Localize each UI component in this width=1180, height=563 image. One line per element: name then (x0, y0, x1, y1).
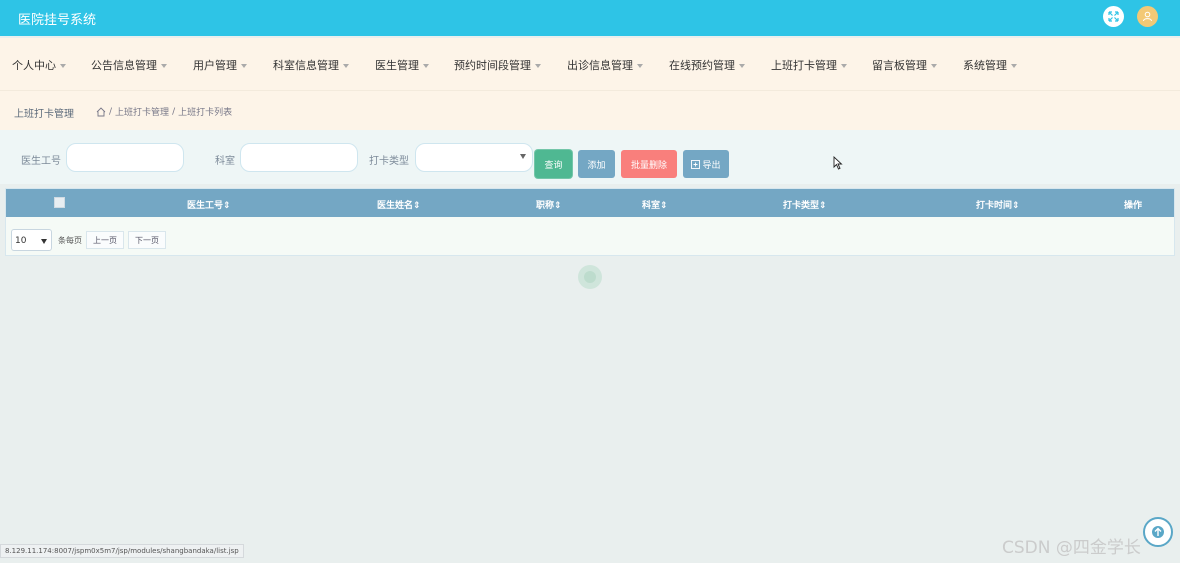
top-bar: 医院挂号系统 (0, 0, 1180, 36)
page-size-select[interactable]: 10 (11, 229, 52, 251)
breadcrumb-current: 上班打卡列表 (178, 108, 233, 118)
column-header-department[interactable]: 科室⇕ (642, 198, 668, 211)
chevron-down-icon (520, 154, 526, 159)
prev-page-button[interactable]: 上一页 (86, 231, 124, 249)
clock-type-select[interactable] (415, 143, 533, 172)
caret-down-icon (423, 64, 429, 68)
mouse-cursor-icon (833, 156, 843, 170)
breadcrumb: / 上班打卡管理 / 上班打卡列表 (96, 105, 232, 118)
add-button[interactable]: 添加 (578, 150, 615, 178)
export-icon (691, 159, 701, 169)
search-button[interactable]: 查询 (535, 150, 572, 178)
fullscreen-icon[interactable] (1103, 6, 1124, 27)
caret-down-icon (841, 64, 847, 68)
nav-item-visit-info-management[interactable]: 出诊信息管理 (567, 57, 643, 73)
pagination: 10 条每页 上一页 下一页 (11, 229, 166, 251)
watermark: CSDN @四金学长 (1002, 538, 1141, 558)
doctor-id-label: 医生工号 (21, 156, 61, 167)
nav-item-personal-center[interactable]: 个人中心 (12, 57, 66, 73)
nav-item-message-board-management[interactable]: 留言板管理 (872, 57, 937, 73)
nav-item-system-management[interactable]: 系统管理 (963, 57, 1017, 73)
export-button-label: 导出 (702, 160, 721, 171)
breadcrumb-separator: / (172, 106, 176, 117)
next-page-button[interactable]: 下一页 (128, 231, 166, 249)
clock-type-label: 打卡类型 (369, 156, 409, 167)
home-icon[interactable] (96, 106, 106, 117)
export-button[interactable]: 导出 (683, 150, 729, 178)
caret-down-icon (343, 64, 349, 68)
caret-down-icon (931, 64, 937, 68)
department-input[interactable] (240, 143, 358, 172)
data-table: 医生工号⇕ 医生姓名⇕ 职称⇕ 科室⇕ 打卡类型⇕ 打卡时间⇕ 操作 10 条每… (5, 188, 1175, 256)
caret-down-icon (739, 64, 745, 68)
breadcrumb-link[interactable]: 上班打卡管理 (115, 105, 169, 118)
nav-item-time-slot-management[interactable]: 预约时间段管理 (454, 57, 541, 73)
nav-item-online-booking-management[interactable]: 在线预约管理 (669, 57, 745, 73)
column-header-actions: 操作 (1124, 201, 1143, 211)
nav-item-clock-in-management[interactable]: 上班打卡管理 (771, 57, 847, 73)
nav-item-user-management[interactable]: 用户管理 (193, 57, 247, 73)
loading-spinner (578, 265, 602, 289)
column-header-title[interactable]: 职称⇕ (536, 198, 562, 211)
user-avatar-icon[interactable] (1137, 6, 1158, 27)
caret-down-icon (535, 64, 541, 68)
department-label: 科室 (215, 156, 235, 167)
nav-item-doctor-management[interactable]: 医生管理 (375, 57, 429, 73)
column-header-doctor-name[interactable]: 医生姓名⇕ (377, 198, 421, 211)
back-to-top-icon[interactable] (1143, 517, 1173, 547)
page-title: 上班打卡管理 (14, 109, 74, 120)
caret-down-icon (241, 64, 247, 68)
per-page-label: 条每页 (58, 235, 82, 245)
doctor-id-input[interactable] (66, 143, 184, 172)
main-nav: 个人中心 公告信息管理 用户管理 科室信息管理 医生管理 预约时间段管理 出诊信… (0, 38, 1180, 90)
caret-down-icon (1011, 64, 1017, 68)
caret-down-icon (161, 64, 167, 68)
column-header-clock-type[interactable]: 打卡类型⇕ (783, 198, 827, 211)
table-header: 医生工号⇕ 医生姓名⇕ 职称⇕ 科室⇕ 打卡类型⇕ 打卡时间⇕ 操作 (6, 189, 1174, 217)
chevron-down-icon (41, 239, 47, 244)
app-title: 医院挂号系统 (18, 13, 97, 28)
batch-delete-button[interactable]: 批量删除 (621, 150, 677, 178)
nav-item-department-management[interactable]: 科室信息管理 (273, 57, 349, 73)
select-all-checkbox[interactable] (54, 197, 65, 208)
status-bar-url: 8.129.11.174:8007/jspm0x5m7/jsp/modules/… (0, 544, 244, 558)
caret-down-icon (637, 64, 643, 68)
column-header-doctor-id[interactable]: 医生工号⇕ (187, 198, 231, 211)
caret-down-icon (60, 64, 66, 68)
breadcrumb-bar: 上班打卡管理 / 上班打卡管理 / 上班打卡列表 (0, 90, 1180, 130)
column-header-clock-time[interactable]: 打卡时间⇕ (976, 198, 1020, 211)
nav-item-notice-management[interactable]: 公告信息管理 (91, 57, 167, 73)
breadcrumb-separator: / (109, 106, 113, 117)
